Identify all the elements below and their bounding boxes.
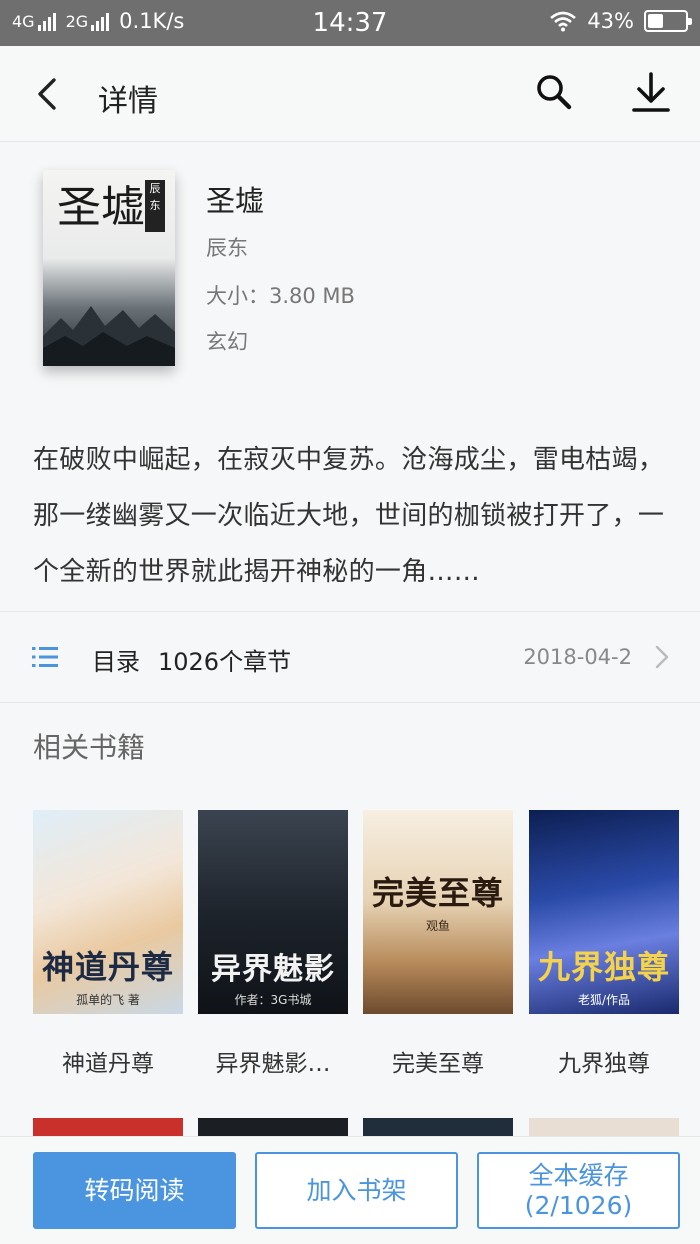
divider — [0, 702, 700, 703]
book-description: 在破败中崛起，在寂灭中复苏。沧海成尘，雷电枯竭，那一缕幽雾又一次临近大地，世间的… — [33, 445, 665, 587]
bottom-action-bar: 转码阅读 加入书架 全本缓存 (2/1026) — [0, 1136, 700, 1244]
toc-label: 目录 — [92, 648, 140, 676]
battery-fill — [648, 14, 664, 28]
book-genre: 玄幻 — [206, 330, 248, 354]
cover-title: 异界魅影 — [211, 952, 335, 987]
wifi-icon — [550, 11, 577, 32]
cover-author: 观鱼 — [425, 919, 450, 933]
related-book-cover[interactable]: 完美至尊 观鱼 — [363, 810, 513, 1014]
search-icon[interactable] — [532, 70, 576, 114]
table-of-contents-row[interactable]: 目录 1026个章节 2018-04-2 — [0, 612, 700, 702]
read-button[interactable]: 转码阅读 — [33, 1152, 236, 1229]
cover-title: 神道丹尊 — [41, 948, 174, 986]
add-to-shelf-button[interactable]: 加入书架 — [255, 1152, 458, 1229]
chevron-right-icon — [655, 645, 669, 669]
related-book-cover-partial[interactable] — [198, 1118, 348, 1136]
related-book-cover[interactable]: 九界独尊 老狐/作品 — [529, 810, 679, 1014]
related-book-item[interactable]: 异界魅影 作者：3G书城 异界魅影… — [198, 810, 348, 1077]
back-icon[interactable] — [28, 74, 68, 114]
related-book-title[interactable]: 完美至尊 — [357, 1044, 519, 1078]
cover-title: 圣墟 — [57, 182, 145, 233]
chapter-count: 1026个章节 — [158, 648, 292, 676]
system-status: 43% — [549, 9, 692, 33]
related-book-cover-partial[interactable] — [33, 1118, 183, 1136]
related-book-item[interactable]: 九界独尊 老狐/作品 九界独尊 — [529, 810, 679, 1077]
cover-author: 作者：3G书城 — [234, 993, 312, 1007]
related-book-cover-partial[interactable] — [529, 1118, 679, 1136]
cache-all-button[interactable]: 全本缓存 (2/1026) — [477, 1152, 680, 1229]
cover-author-tag: 辰东 — [145, 180, 165, 232]
download-icon[interactable] — [628, 70, 674, 116]
cache-label: 全本缓存 — [528, 1160, 629, 1190]
cover-title: 九界独尊 — [537, 948, 670, 986]
list-icon — [32, 647, 58, 667]
status-bar: 4G 2G 0.1K/s 14:37 43% — [0, 0, 700, 46]
book-title: 圣墟 — [206, 184, 265, 218]
cache-progress: (2/1026) — [524, 1190, 633, 1220]
cover-title: 完美至尊 — [371, 874, 504, 912]
related-book-cover[interactable]: 异界魅影 作者：3G书城 — [198, 810, 348, 1014]
book-size: 大小：3.80 MB — [206, 284, 355, 308]
book-cover: 圣墟 辰东 — [43, 170, 175, 366]
update-date: 2018-04-2 — [523, 645, 632, 669]
related-books-heading: 相关书籍 — [33, 731, 146, 764]
related-book-title[interactable]: 异界魅影… — [192, 1044, 354, 1078]
battery-percent: 43% — [587, 9, 634, 33]
related-book-cover[interactable]: 神道丹尊 孤单的飞 著 — [33, 810, 183, 1014]
book-author[interactable]: 辰东 — [206, 232, 248, 262]
related-book-item[interactable]: 完美至尊 观鱼 完美至尊 — [363, 810, 513, 1077]
page-title: 详情 — [98, 84, 158, 119]
related-book-cover-partial[interactable] — [363, 1118, 513, 1136]
cover-mountains-art — [43, 306, 175, 366]
cover-author: 老狐/作品 — [577, 993, 631, 1007]
related-book-title[interactable]: 神道丹尊 — [27, 1044, 189, 1078]
battery-icon — [644, 10, 692, 32]
related-book-item[interactable]: 神道丹尊 孤单的飞 著 神道丹尊 — [33, 810, 183, 1077]
related-book-title[interactable]: 九界独尊 — [523, 1044, 685, 1078]
top-app-bar: 详情 — [0, 46, 700, 142]
cover-author: 孤单的飞 著 — [76, 993, 140, 1007]
